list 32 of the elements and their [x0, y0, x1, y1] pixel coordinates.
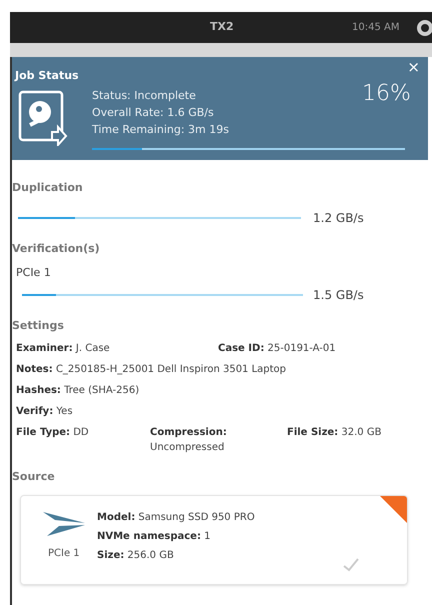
check-icon	[343, 558, 359, 572]
status-line: Status: Incomplete	[92, 88, 197, 104]
setting-field: Hashes: Tree (SHA-256)	[16, 383, 140, 398]
progress-percent: 16%	[362, 80, 411, 108]
corner-flag	[380, 496, 407, 522]
drive-icon	[18, 90, 68, 146]
section-heading: Settings	[12, 318, 65, 334]
setting-field: Compression: Uncompressed	[150, 425, 287, 455]
drive-detail: Size: 256.0 GB	[97, 548, 175, 562]
duplication-rate: 1.2 GB/s	[313, 210, 364, 226]
section-heading: Verification(s)	[12, 240, 101, 256]
drive-detail: Model: Samsung SSD 950 PRO	[97, 510, 255, 524]
dialog-title: Job Status	[15, 68, 79, 84]
verification-label: PCIe 1	[16, 265, 52, 281]
close-button[interactable]: ×	[407, 60, 420, 75]
clock-time: 10:45 AM	[352, 21, 400, 35]
verification-rate: 1.5 GB/s	[313, 286, 364, 304]
logo-icon	[417, 20, 432, 36]
setting-field: Notes: C_250185-H_25001 Dell Inspiron 3501 Laptop	[16, 362, 286, 377]
section-heading: Source	[12, 469, 56, 485]
drive-detail: NVMe namespace: 1	[97, 530, 212, 544]
setting-field: File Type: DD	[16, 425, 150, 440]
section-heading: Duplication	[12, 180, 84, 196]
setting-field: Case ID: 25-0191-A-01	[218, 341, 398, 356]
setting-field: File Size: 32.0 GB	[287, 425, 407, 440]
status-line: Overall Rate: 1.6 GB/s	[92, 105, 215, 121]
drive-port-label: PCIe 1	[48, 546, 80, 560]
drive-logo-icon	[43, 512, 85, 536]
status-line: Time Remaining: 3m 19s	[92, 122, 229, 138]
setting-field: Examiner: J. Case	[16, 341, 218, 356]
setting-field: Verify: Yes	[16, 404, 73, 419]
device-name: TX2	[210, 19, 234, 36]
